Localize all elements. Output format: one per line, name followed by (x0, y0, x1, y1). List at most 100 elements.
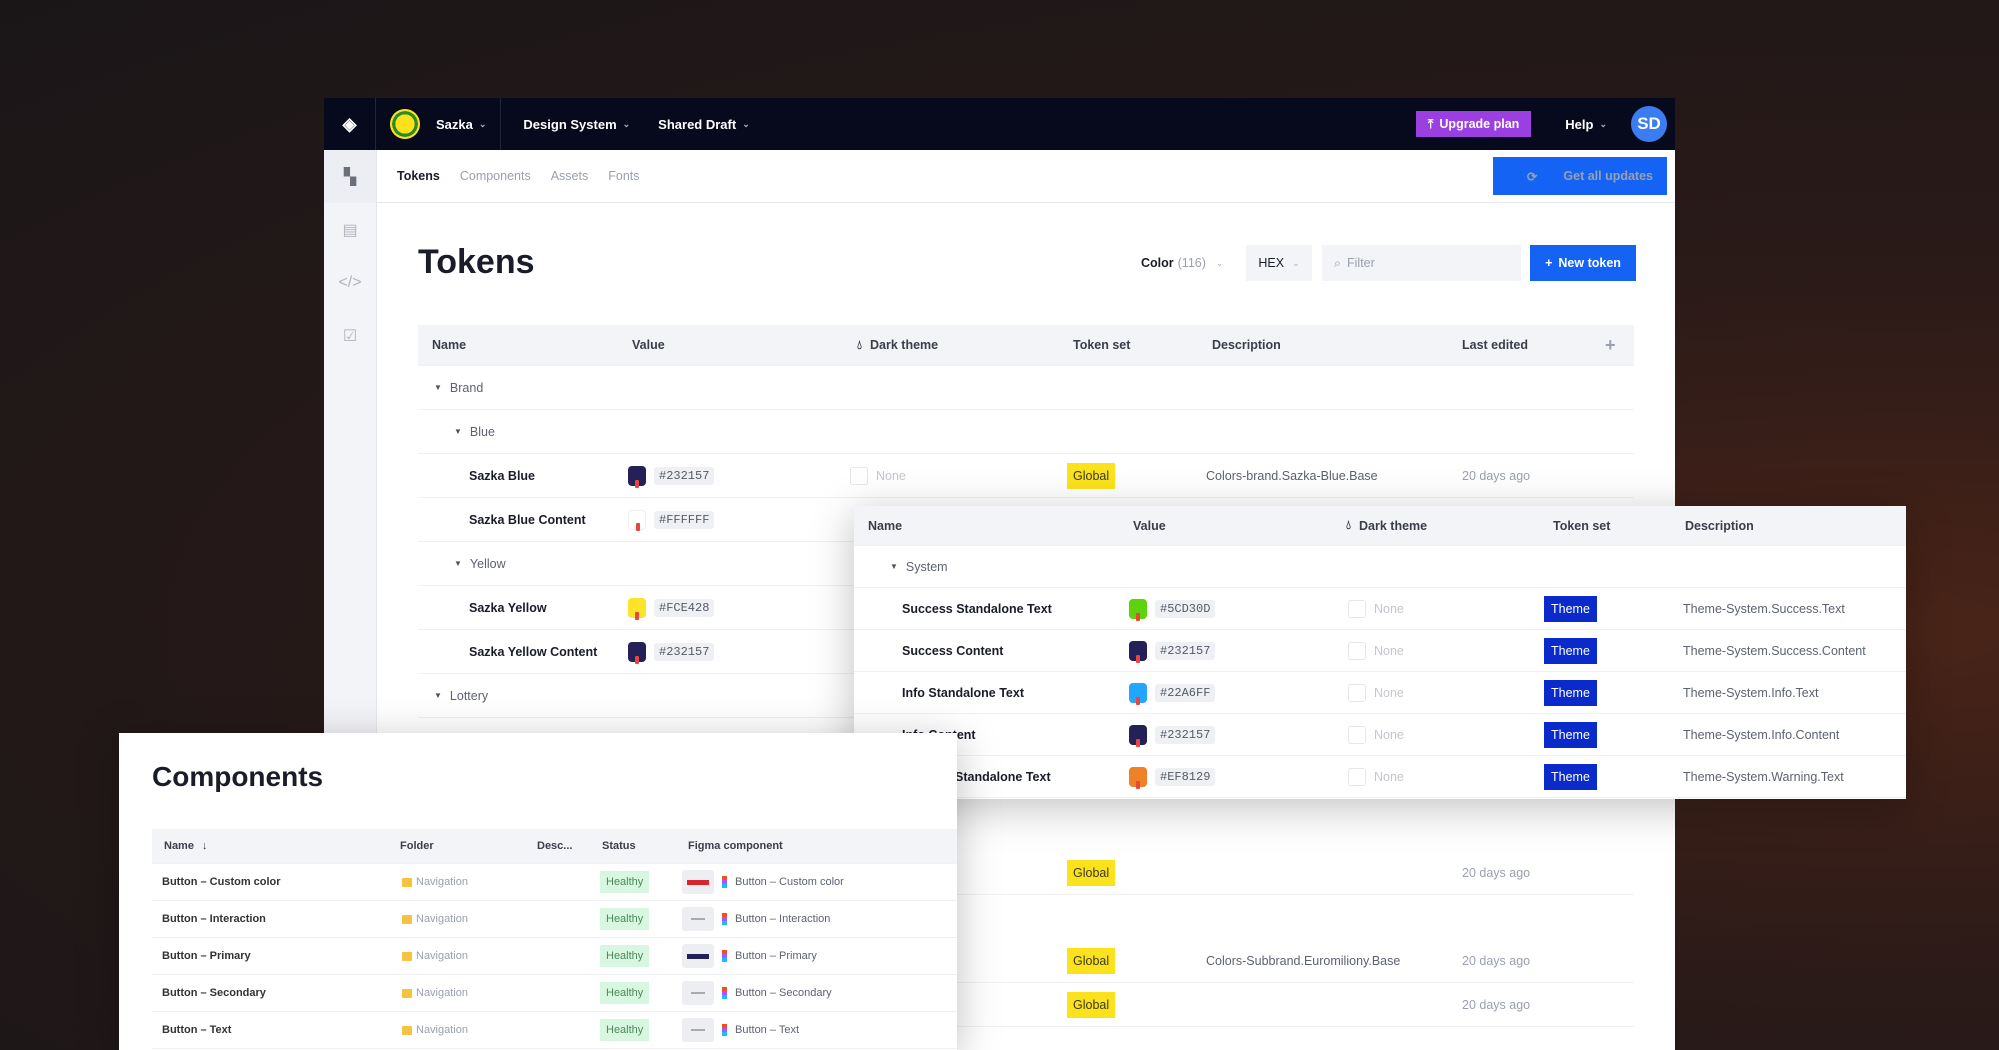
page-title: Tokens (418, 243, 535, 281)
group-row-blue[interactable]: ▼ Blue (418, 410, 1634, 454)
help-menu[interactable]: Help ⌄ (1531, 98, 1621, 150)
col-dark-theme[interactable]: 💧︎ Dark theme (1346, 518, 1427, 533)
component-thumbnail (682, 944, 714, 968)
document-icon[interactable]: ▤ (324, 203, 376, 256)
token-value: #EF8129 (1155, 767, 1216, 786)
get-all-updates-label: Get all updates (1563, 169, 1653, 183)
component-name: Button – Primary (162, 950, 251, 962)
upgrade-plan-button[interactable]: ⤒ Upgrade plan (1415, 111, 1532, 137)
table-row[interactable]: Success Content #232157 None Theme Theme… (854, 630, 1906, 672)
component-thumbnail (682, 907, 714, 931)
table-row[interactable]: Success Standalone Text #5CD30D None The… (854, 588, 1906, 630)
table-row[interactable]: Button – Interaction Navigation Healthy … (152, 901, 957, 938)
figma-icon (722, 913, 727, 925)
table-row[interactable]: Button – Custom color Navigation Healthy… (152, 864, 957, 901)
caret-down-icon: ▼ (434, 691, 442, 700)
figma-component-name[interactable]: Button – Custom color (735, 876, 844, 888)
token-value: #5CD30D (1155, 599, 1216, 618)
table-row[interactable]: Button – Text Navigation Healthy Button … (152, 1012, 957, 1049)
figma-component-name[interactable]: Button – Secondary (735, 987, 832, 999)
token-set-badge: Theme (1544, 637, 1597, 664)
token-type-select[interactable]: Color (116) ⌄ (1141, 245, 1223, 281)
type-count: (116) (1177, 256, 1206, 270)
col-name[interactable]: Name (868, 519, 902, 533)
tab-fonts[interactable]: Fonts (608, 169, 639, 183)
workspace-switcher[interactable]: Sazka ⌄ (376, 98, 502, 150)
group-label: Yellow (469, 556, 506, 571)
avatar[interactable]: SD (1631, 106, 1667, 142)
code-icon[interactable]: </> (324, 256, 376, 309)
checkbox[interactable] (1348, 641, 1366, 660)
col-token-set[interactable]: Token set (1073, 338, 1130, 352)
col-dark-theme[interactable]: 💧︎ Dark theme (857, 338, 938, 353)
col-token-set[interactable]: Token set (1553, 519, 1610, 533)
col-status[interactable]: Status (602, 840, 636, 852)
component-name: Button – Custom color (162, 876, 281, 888)
tab-components[interactable]: Components (460, 169, 531, 183)
col-name[interactable]: Name (432, 338, 466, 352)
checkbox[interactable] (1348, 599, 1366, 618)
component-thumbnail (682, 981, 714, 1005)
checkbox[interactable] (1348, 683, 1366, 702)
branch-switcher[interactable]: Shared Draft ⌄ (644, 98, 764, 150)
status-badge: Healthy (600, 982, 650, 1004)
col-description[interactable]: Description (1685, 519, 1754, 533)
token-value: #FCE428 (654, 598, 715, 617)
figma-component-name[interactable]: Button – Interaction (735, 913, 830, 925)
table-row[interactable]: Button – Secondary Navigation Healthy Bu… (152, 975, 957, 1012)
tab-assets[interactable]: Assets (551, 169, 589, 183)
folder-icon (402, 951, 412, 961)
checkbox[interactable] (1348, 767, 1366, 786)
component-thumbnail (682, 870, 714, 894)
token-set-badge: Global (1067, 947, 1116, 974)
col-value[interactable]: Value (632, 338, 665, 352)
figma-component-name[interactable]: Button – Primary (735, 950, 817, 962)
col-name[interactable]: Name ↓ (164, 840, 207, 852)
checkbox[interactable] (850, 466, 868, 485)
dark-value: None (876, 468, 906, 483)
col-folder[interactable]: Folder (400, 840, 434, 852)
format-select[interactable]: HEX ⌄ (1246, 245, 1312, 281)
components-title: Components (152, 761, 324, 792)
token-name: Success Standalone Text (902, 601, 1052, 616)
table-row[interactable]: Info Standalone Text #22A6FF None Theme … (854, 672, 1906, 714)
get-all-updates-button[interactable]: ⟳ Get all updates (1492, 157, 1667, 195)
filter-input[interactable]: ⌕ Filter (1322, 245, 1521, 281)
tokens-grid-icon[interactable]: ▚ (324, 150, 376, 203)
chevron-down-icon: ⌄ (1292, 257, 1300, 268)
table-row[interactable]: Button – Primary Navigation Healthy Butt… (152, 938, 957, 975)
group-row-brand[interactable]: ▼ Brand (418, 366, 1634, 410)
checkbox[interactable] (1348, 725, 1366, 744)
project-name: Design System (523, 116, 617, 132)
col-description[interactable]: Description (1212, 338, 1281, 352)
token-set-badge: Theme (1544, 721, 1597, 748)
col-value[interactable]: Value (1133, 519, 1166, 533)
component-name: Button – Secondary (162, 987, 266, 999)
table-row[interactable]: Warning Standalone Text #EF8129 None The… (854, 756, 1906, 798)
folder-name: Navigation (416, 1024, 468, 1036)
color-swatch (1129, 682, 1147, 705)
table-row[interactable]: Sazka Blue #232157 None Global Colors-br… (418, 454, 1634, 498)
col-description[interactable]: Desc... (537, 840, 572, 852)
group-label: Blue (469, 424, 495, 439)
token-name: Sazka Blue (469, 468, 536, 483)
filter-placeholder: Filter (1347, 256, 1375, 270)
col-figma-component[interactable]: Figma component (688, 840, 783, 852)
table-row[interactable]: Info Content #232157 None Theme Theme-Sy… (854, 714, 1906, 756)
col-last-edited[interactable]: Last edited (1462, 338, 1528, 352)
format-label: HEX (1258, 256, 1285, 270)
project-switcher[interactable]: Design System ⌄ (501, 98, 644, 150)
group-row-system[interactable]: ▼ System (854, 546, 1906, 588)
new-token-button[interactable]: + New token (1530, 245, 1636, 281)
dark-value: None (1374, 769, 1404, 784)
last-edited: 20 days ago (1462, 953, 1531, 968)
folder-name: Navigation (416, 987, 468, 999)
checkbox-edit-icon[interactable]: ☑ (324, 309, 376, 362)
logo-icon[interactable]: ◈ (324, 98, 376, 150)
tab-tokens[interactable]: Tokens (397, 169, 440, 183)
color-swatch (1129, 640, 1147, 663)
token-name: Success Content (902, 643, 1004, 658)
color-swatch (1129, 766, 1147, 789)
figma-component-name[interactable]: Button – Text (735, 1024, 799, 1036)
add-column-icon[interactable]: + (1605, 335, 1616, 356)
